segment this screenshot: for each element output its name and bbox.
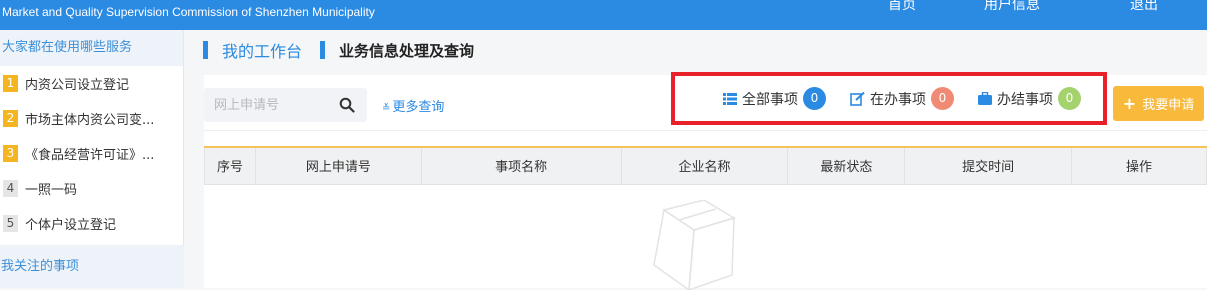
query-panel: ≚更多查询 全部事项 0 在办事项 0 办结事项 — [204, 72, 1207, 290]
breadcrumb-workbench[interactable]: 我的工作台 — [222, 38, 302, 62]
nav-home[interactable]: 首页 — [888, 0, 916, 14]
header-subtitle: Market and Quality Supervision Commissio… — [2, 5, 375, 19]
search-icon[interactable] — [339, 97, 355, 113]
sidebar-heading: 大家都在使用哪些服务 — [0, 30, 183, 66]
rank-badge: 1 — [3, 75, 18, 92]
count-badge: 0 — [1058, 87, 1081, 110]
column-header-company-name[interactable]: 企业名称 — [620, 146, 789, 185]
divider — [204, 130, 1207, 131]
filter-label: 在办事项 — [870, 91, 926, 108]
sidebar-item-label: 《食品经营许可证》... — [25, 148, 155, 163]
column-header-actions[interactable]: 操作 — [1071, 146, 1207, 185]
plus-icon: + — [1122, 94, 1137, 113]
more-query-label: 更多查询 — [392, 100, 445, 115]
rank-badge: 4 — [3, 180, 18, 197]
sidebar-item-label: 市场主体内资公司变... — [25, 113, 155, 128]
breadcrumb-marker — [203, 41, 208, 59]
sidebar-item-label: 个体户设立登记 — [25, 218, 117, 233]
empty-box-icon — [653, 200, 736, 290]
count-badge: 0 — [803, 87, 826, 110]
sidebar-item-3[interactable]: 3 《食品经营许可证》... — [0, 136, 183, 171]
rank-badge: 2 — [3, 110, 18, 127]
breadcrumb-marker — [320, 41, 326, 59]
main-content: 我的工作台 业务信息处理及查询 ≚更多查询 全部事项 0 — [185, 30, 1207, 290]
breadcrumb: 我的工作台 业务信息处理及查询 — [185, 30, 1207, 70]
column-header-submit-time[interactable]: 提交时间 — [904, 146, 1073, 185]
apply-button-label: 我要申请 — [1142, 98, 1195, 113]
filter-all-items[interactable]: 全部事项 0 — [723, 87, 826, 110]
more-query-link[interactable]: ≚ 更多查询 — [382, 96, 444, 115]
filter-label: 办结事项 — [997, 91, 1053, 108]
column-header-item-name[interactable]: 事项名称 — [420, 146, 622, 185]
apply-button[interactable]: + 我要申请 — [1113, 86, 1204, 121]
sidebar-item-2[interactable]: 2 市场主体内资公司变... — [0, 101, 183, 136]
search-input[interactable] — [214, 96, 334, 114]
table-header-row: 序号 网上申请号 事项名称 企业名称 最新状态 提交时间 操作 — [204, 146, 1207, 185]
sidebar-item-4[interactable]: 4 一照一码 — [0, 171, 183, 206]
rank-badge: 5 — [3, 215, 18, 232]
filter-in-progress[interactable]: 在办事项 0 — [850, 87, 954, 110]
briefcase-icon — [978, 92, 992, 105]
sidebar: 大家都在使用哪些服务 1 内资公司设立登记 2 市场主体内资公司变... 3 《… — [0, 30, 184, 288]
search-box — [204, 88, 367, 122]
sidebar-item-1[interactable]: 1 内资公司设立登记 — [0, 66, 183, 101]
column-header-latest-status[interactable]: 最新状态 — [787, 146, 906, 185]
count-badge: 0 — [931, 87, 954, 110]
page-title: 业务信息处理及查询 — [339, 41, 475, 60]
filter-label: 全部事项 — [742, 91, 798, 108]
edit-icon — [850, 91, 865, 106]
list-icon — [723, 92, 737, 105]
nav-user-info[interactable]: 用户信息 — [984, 0, 1040, 14]
sidebar-followed-heading[interactable]: 我关注的事项 — [0, 245, 184, 288]
filter-completed[interactable]: 办结事项 0 — [978, 87, 1081, 110]
sidebar-item-label: 内资公司设立登记 — [25, 78, 130, 93]
column-header-application-no[interactable]: 网上申请号 — [254, 146, 422, 185]
chevron-down-icon: ≚ — [382, 103, 391, 114]
rank-badge: 3 — [3, 145, 18, 162]
results-table: 序号 网上申请号 事项名称 企业名称 最新状态 提交时间 操作 — [204, 146, 1207, 185]
top-header: Market and Quality Supervision Commissio… — [0, 0, 1207, 30]
status-filter-group: 全部事项 0 在办事项 0 办结事项 0 — [671, 72, 1107, 125]
sidebar-item-5[interactable]: 5 个体户设立登记 — [0, 206, 183, 241]
sidebar-item-label: 一照一码 — [25, 183, 78, 198]
nav-logout[interactable]: 退出 — [1130, 0, 1158, 14]
column-header-index[interactable]: 序号 — [204, 146, 256, 185]
